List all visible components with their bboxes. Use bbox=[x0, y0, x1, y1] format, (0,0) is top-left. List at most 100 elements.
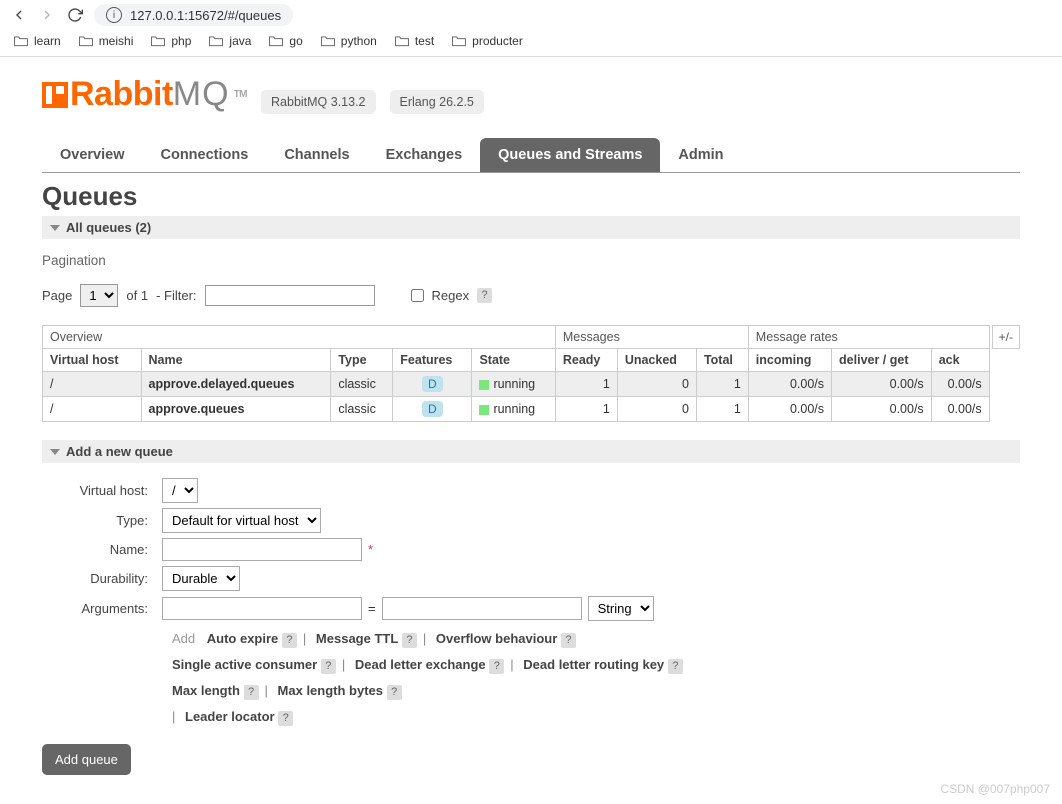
hint-dlrk[interactable]: Dead letter routing key bbox=[523, 657, 664, 672]
queue-link[interactable]: approve.delayed.queues bbox=[149, 377, 295, 391]
vhost-label: Virtual host: bbox=[42, 483, 162, 498]
chevron-down-icon bbox=[50, 225, 60, 231]
url-bar[interactable]: i 127.0.0.1:15672/#/queues bbox=[94, 4, 293, 26]
bookmark-item[interactable]: java bbox=[209, 34, 251, 48]
required-star: * bbox=[368, 542, 373, 557]
bookmark-item[interactable]: meishi bbox=[79, 34, 134, 48]
help-icon[interactable]: ? bbox=[489, 659, 504, 674]
folder-icon bbox=[79, 35, 93, 47]
folder-icon bbox=[395, 35, 409, 47]
durability-label: Durability: bbox=[42, 571, 162, 586]
back-icon[interactable] bbox=[10, 6, 28, 24]
durability-select[interactable]: Durable bbox=[162, 566, 240, 591]
regex-checkbox[interactable] bbox=[411, 289, 424, 302]
of-label: of 1 bbox=[126, 288, 148, 303]
help-icon[interactable]: ? bbox=[402, 633, 417, 648]
bookmark-item[interactable]: go bbox=[269, 34, 302, 48]
forward-icon[interactable] bbox=[38, 6, 56, 24]
filter-input[interactable] bbox=[205, 285, 375, 306]
type-select[interactable]: Default for virtual host bbox=[162, 508, 321, 533]
bookmarks-bar: learn meishi php java go python test pro… bbox=[0, 30, 1062, 57]
col-group-overview: Overview bbox=[43, 326, 556, 349]
bookmark-item[interactable]: python bbox=[321, 34, 377, 48]
regex-label: Regex bbox=[432, 288, 470, 303]
page-label: Page bbox=[42, 288, 72, 303]
durable-badge: D bbox=[422, 401, 443, 417]
vhost-select[interactable]: / bbox=[162, 478, 198, 503]
hint-leader-locator[interactable]: Leader locator bbox=[185, 709, 275, 724]
table-row: / approve.queues classic D running 1 0 1… bbox=[43, 397, 990, 422]
help-icon[interactable]: ? bbox=[282, 633, 297, 648]
col-name[interactable]: Name bbox=[141, 349, 331, 372]
folder-icon bbox=[151, 35, 165, 47]
page-select[interactable]: 1 bbox=[80, 284, 118, 307]
folder-icon bbox=[209, 35, 223, 47]
folder-icon bbox=[321, 35, 335, 47]
table-row: / approve.delayed.queues classic D runni… bbox=[43, 372, 990, 397]
bookmark-item[interactable]: test bbox=[395, 34, 434, 48]
help-icon[interactable]: ? bbox=[321, 659, 336, 674]
help-icon[interactable]: ? bbox=[278, 711, 293, 726]
page-title: Queues bbox=[42, 181, 1020, 212]
browser-nav-bar: i 127.0.0.1:15672/#/queues bbox=[0, 0, 1062, 30]
erlang-badge: Erlang 26.2.5 bbox=[390, 90, 484, 114]
bookmark-item[interactable]: learn bbox=[14, 34, 61, 48]
hint-overflow[interactable]: Overflow behaviour bbox=[436, 631, 557, 646]
col-unacked[interactable]: Unacked bbox=[617, 349, 696, 372]
pagination-heading: Pagination bbox=[42, 253, 1020, 268]
columns-toggle[interactable]: +/- bbox=[992, 325, 1020, 349]
tab-admin[interactable]: Admin bbox=[660, 138, 741, 172]
all-queues-section[interactable]: All queues (2) bbox=[42, 216, 1020, 239]
filter-label: - Filter: bbox=[156, 288, 196, 303]
col-ack[interactable]: ack bbox=[931, 349, 989, 372]
chevron-down-icon bbox=[50, 449, 60, 455]
watermark: CSDN @007php007 bbox=[940, 782, 1050, 796]
arguments-label: Arguments: bbox=[42, 601, 162, 616]
bookmark-item[interactable]: php bbox=[151, 34, 191, 48]
arg-type-select[interactable]: String bbox=[588, 596, 654, 621]
nav-tabs: Overview Connections Channels Exchanges … bbox=[42, 138, 1020, 173]
add-queue-section[interactable]: Add a new queue bbox=[42, 440, 1020, 463]
hint-max-length[interactable]: Max length bbox=[172, 683, 240, 698]
add-queue-button[interactable]: Add queue bbox=[42, 744, 131, 775]
arg-key-input[interactable] bbox=[162, 597, 362, 620]
hint-single-active[interactable]: Single active consumer bbox=[172, 657, 317, 672]
col-features[interactable]: Features bbox=[393, 349, 472, 372]
col-group-rates: Message rates bbox=[748, 326, 989, 349]
rabbitmq-logo: RabbitMQTM bbox=[42, 75, 247, 114]
url-text: 127.0.0.1:15672/#/queues bbox=[130, 8, 281, 23]
help-icon[interactable]: ? bbox=[387, 685, 402, 700]
hint-auto-expire[interactable]: Auto expire bbox=[207, 631, 279, 646]
help-icon[interactable]: ? bbox=[668, 659, 683, 674]
queue-link[interactable]: approve.queues bbox=[149, 402, 245, 416]
folder-icon bbox=[269, 35, 283, 47]
col-total[interactable]: Total bbox=[696, 349, 748, 372]
name-input[interactable] bbox=[162, 538, 362, 561]
col-deliver[interactable]: deliver / get bbox=[832, 349, 932, 372]
name-label: Name: bbox=[42, 542, 162, 557]
tab-channels[interactable]: Channels bbox=[266, 138, 367, 172]
col-incoming[interactable]: incoming bbox=[748, 349, 831, 372]
queues-table: Overview Messages Message rates Virtual … bbox=[42, 325, 990, 422]
tab-exchanges[interactable]: Exchanges bbox=[368, 138, 481, 172]
pagination-controls: Page 1 of 1 - Filter: Regex ? bbox=[42, 284, 1020, 307]
col-ready[interactable]: Ready bbox=[555, 349, 617, 372]
reload-icon[interactable] bbox=[66, 6, 84, 24]
rabbitmq-logo-icon bbox=[42, 82, 68, 108]
durable-badge: D bbox=[422, 376, 443, 392]
tab-connections[interactable]: Connections bbox=[143, 138, 267, 172]
version-badge: RabbitMQ 3.13.2 bbox=[261, 90, 376, 114]
bookmark-item[interactable]: producter bbox=[452, 34, 523, 48]
help-icon[interactable]: ? bbox=[477, 288, 492, 303]
hint-max-length-bytes[interactable]: Max length bytes bbox=[278, 683, 383, 698]
hint-dlx[interactable]: Dead letter exchange bbox=[355, 657, 486, 672]
arg-value-input[interactable] bbox=[382, 597, 582, 620]
col-state[interactable]: State bbox=[472, 349, 555, 372]
tab-overview[interactable]: Overview bbox=[42, 138, 143, 172]
col-type[interactable]: Type bbox=[331, 349, 393, 372]
hint-message-ttl[interactable]: Message TTL bbox=[316, 631, 398, 646]
tab-queues[interactable]: Queues and Streams bbox=[480, 138, 660, 172]
help-icon[interactable]: ? bbox=[244, 685, 259, 700]
col-vhost[interactable]: Virtual host bbox=[43, 349, 142, 372]
help-icon[interactable]: ? bbox=[561, 633, 576, 648]
